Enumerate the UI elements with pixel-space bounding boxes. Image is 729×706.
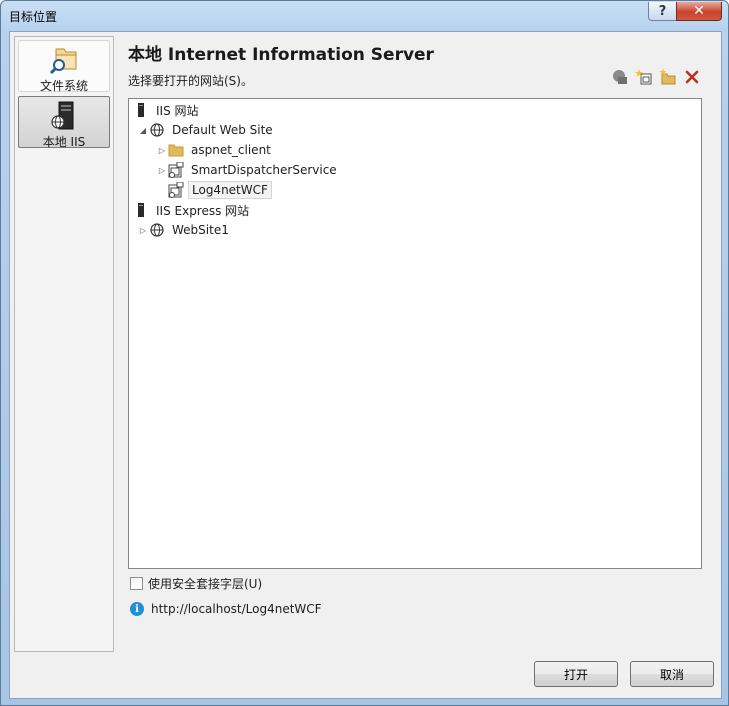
sidebar-item-label: 本地 IIS bbox=[42, 135, 86, 149]
tree-node-website1[interactable]: ▷ WebSite1 bbox=[137, 221, 232, 239]
sidebar-item-label: 文件系统 bbox=[39, 79, 88, 93]
close-button[interactable]: ✕ bbox=[676, 2, 722, 21]
ssl-checkbox[interactable] bbox=[130, 577, 143, 590]
open-button[interactable]: 打开 bbox=[534, 661, 618, 687]
tree-node-label: Log4netWCF bbox=[188, 181, 272, 199]
folder-icon bbox=[168, 142, 184, 158]
selected-url-info: i http://localhost/Log4netWCF bbox=[130, 602, 322, 616]
target-location-dialog: 目标位置 ? ✕ 文件系统 本地 IIS 本地 Internet Informa… bbox=[0, 0, 729, 706]
server-icon bbox=[133, 202, 149, 218]
tree-node-label: SmartDispatcherService bbox=[191, 163, 337, 177]
new-web-application-button[interactable] bbox=[634, 68, 654, 88]
globe-icon bbox=[149, 122, 165, 138]
tree-node-label: IIS Express 网站 bbox=[156, 203, 250, 218]
ssl-option[interactable]: 使用安全套接字层(U) bbox=[130, 575, 262, 592]
panel-title: 本地 Internet Information Server bbox=[128, 45, 434, 65]
dialog-client-area: 文件系统 本地 IIS 本地 Internet Information Serv… bbox=[9, 31, 722, 699]
info-icon: i bbox=[130, 602, 144, 616]
location-sidebar: 文件系统 本地 IIS bbox=[14, 36, 114, 652]
server-icon bbox=[133, 102, 149, 118]
site-tree-view[interactable]: IIS 网站 ◢ Default Web Site ▷ aspnet_clien… bbox=[128, 98, 702, 569]
tree-node-default-web-site[interactable]: ◢ Default Web Site bbox=[137, 121, 276, 139]
web-application-icon bbox=[168, 182, 184, 198]
connect-button[interactable] bbox=[610, 68, 630, 88]
tree-node-iis-express-sites[interactable]: IIS Express 网站 bbox=[133, 201, 252, 219]
tree-node-smart-dispatcher-service[interactable]: ▷ SmartDispatcherService bbox=[156, 161, 340, 179]
expand-arrow-icon[interactable]: ▷ bbox=[156, 141, 168, 159]
collapse-arrow-icon[interactable]: ◢ bbox=[137, 121, 149, 139]
tree-node-label: IIS 网站 bbox=[156, 103, 199, 118]
new-virtual-directory-icon bbox=[659, 68, 677, 89]
expand-arrow-icon[interactable]: ▷ bbox=[137, 221, 149, 239]
delete-button[interactable] bbox=[682, 68, 702, 88]
file-system-icon bbox=[48, 45, 80, 75]
window-title: 目标位置 bbox=[9, 10, 58, 24]
new-web-application-icon bbox=[635, 68, 653, 89]
panel-subtitle: 选择要打开的网站(S)。 bbox=[128, 74, 253, 88]
title-bar[interactable]: 目标位置 ? ✕ bbox=[1, 1, 728, 31]
connect-icon bbox=[611, 68, 629, 89]
tree-node-label: WebSite1 bbox=[172, 223, 229, 237]
tree-node-label: Default Web Site bbox=[172, 123, 273, 137]
site-toolbar bbox=[610, 68, 702, 88]
ssl-label: 使用安全套接字层(U) bbox=[148, 577, 263, 591]
tree-node-iis-sites[interactable]: IIS 网站 bbox=[133, 101, 202, 119]
delete-icon bbox=[684, 69, 700, 88]
tree-node-log4netwcf[interactable]: Log4netWCF bbox=[168, 181, 272, 199]
sidebar-item-file-system[interactable]: 文件系统 bbox=[18, 40, 110, 93]
selected-url: http://localhost/Log4netWCF bbox=[151, 602, 322, 616]
expand-arrow-icon[interactable]: ▷ bbox=[156, 161, 168, 179]
web-application-icon bbox=[168, 162, 184, 178]
tree-node-aspnet-client[interactable]: ▷ aspnet_client bbox=[156, 141, 274, 159]
new-virtual-directory-button[interactable] bbox=[658, 68, 678, 88]
globe-icon bbox=[149, 222, 165, 238]
tree-node-label: aspnet_client bbox=[191, 143, 271, 157]
local-iis-server-icon bbox=[48, 101, 80, 131]
cancel-button[interactable]: 取消 bbox=[630, 661, 714, 687]
sidebar-item-local-iis[interactable]: 本地 IIS bbox=[18, 96, 110, 149]
help-button[interactable]: ? bbox=[648, 2, 677, 21]
